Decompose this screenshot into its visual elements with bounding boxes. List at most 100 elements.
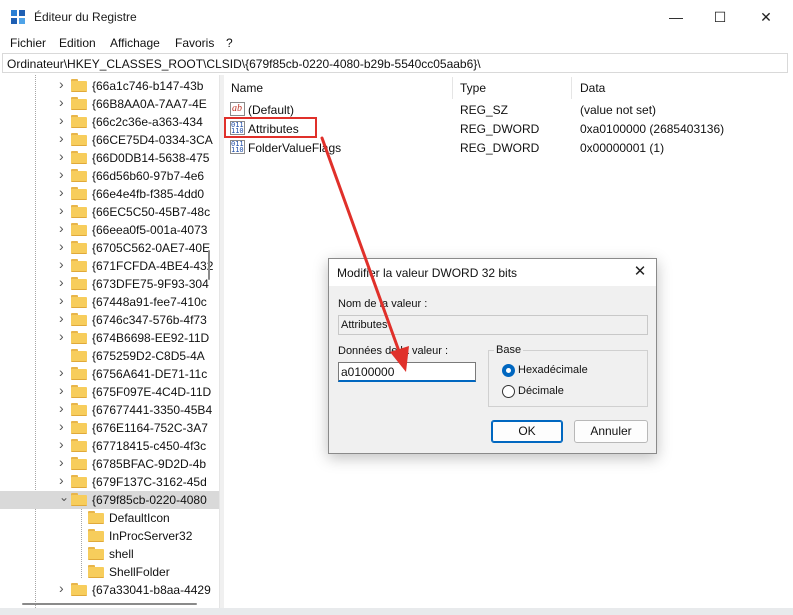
chevron-right-icon[interactable]: › bbox=[59, 275, 69, 289]
value-name: (Default) bbox=[248, 103, 295, 117]
tree-item[interactable]: › {66d56b60-97b7-4e6 bbox=[0, 167, 219, 185]
radio-hexadecimal[interactable] bbox=[502, 364, 515, 377]
tree-item[interactable]: › {6785BFAC-9D2D-4b bbox=[0, 455, 219, 473]
tree-subitem[interactable]: ShellFolder bbox=[0, 563, 219, 581]
folder-icon-body bbox=[71, 261, 87, 272]
chevron-right-icon[interactable]: › bbox=[59, 581, 69, 595]
tree-item[interactable]: › {66eea0f5-001a-4073 bbox=[0, 221, 219, 239]
column-header-data[interactable]: Data bbox=[580, 81, 605, 95]
tree-subitem[interactable]: DefaultIcon bbox=[0, 509, 219, 527]
tree-subitem[interactable]: shell bbox=[0, 545, 219, 563]
tree-item[interactable]: ⌄ {679f85cb-0220-4080 bbox=[0, 491, 219, 509]
tree-vertical-scrollbar[interactable] bbox=[206, 75, 212, 608]
radio-decimal-label[interactable]: Décimale bbox=[518, 385, 564, 397]
tree-item[interactable]: › {679F137C-3162-45d bbox=[0, 473, 219, 491]
tree-subitem[interactable]: InProcServer32 bbox=[0, 527, 219, 545]
value-name: FolderValueFlags bbox=[248, 141, 342, 155]
chevron-right-icon[interactable]: › bbox=[59, 437, 69, 451]
dialog-title: Modifier la valeur DWORD 32 bits bbox=[337, 266, 518, 280]
folder-icon-body bbox=[71, 225, 87, 236]
chevron-right-icon[interactable]: › bbox=[59, 185, 69, 199]
tree-item[interactable]: › {674B6698-EE92-11D bbox=[0, 329, 219, 347]
tree-item[interactable]: › {66EC5C50-45B7-48c bbox=[0, 203, 219, 221]
chevron-right-icon[interactable]: › bbox=[59, 167, 69, 181]
chevron-right-icon[interactable]: › bbox=[59, 383, 69, 397]
column-separator[interactable] bbox=[452, 77, 453, 99]
chevron-right-icon[interactable]: › bbox=[59, 149, 69, 163]
folder-icon bbox=[71, 205, 87, 218]
value-data: 0x00000001 (1) bbox=[580, 141, 665, 155]
tree-item[interactable]: › {66D0DB14-5638-475 bbox=[0, 149, 219, 167]
folder-icon-body bbox=[71, 459, 87, 470]
tree-item[interactable]: › {66CE75D4-0334-3CA bbox=[0, 131, 219, 149]
chevron-right-icon[interactable]: › bbox=[59, 257, 69, 271]
tree-item[interactable]: › {67718415-c450-4f3c bbox=[0, 437, 219, 455]
chevron-right-icon[interactable]: › bbox=[59, 311, 69, 325]
menu-edition[interactable]: Edition bbox=[59, 36, 96, 50]
menu-favoris[interactable]: Favoris bbox=[175, 36, 214, 50]
chevron-right-icon[interactable]: › bbox=[59, 131, 69, 145]
chevron-right-icon[interactable]: › bbox=[59, 419, 69, 433]
radio-decimal[interactable] bbox=[502, 385, 515, 398]
menu-fichier[interactable]: Fichier bbox=[10, 36, 46, 50]
tree-item[interactable]: › {66B8AA0A-7AA7-4E bbox=[0, 95, 219, 113]
chevron-right-icon[interactable]: › bbox=[59, 203, 69, 217]
chevron-right-icon[interactable]: › bbox=[59, 113, 69, 127]
radio-hexadecimal-label[interactable]: Hexadécimale bbox=[518, 364, 588, 376]
tree-item[interactable]: › {6705C562-0AE7-40E bbox=[0, 239, 219, 257]
chevron-right-icon[interactable]: › bbox=[59, 401, 69, 415]
key-tree[interactable]: › {66a1c746-b147-43b › {66B8AA0A-7AA7-4E › {6… bbox=[0, 75, 219, 608]
tree-item[interactable]: › {66a1c746-b147-43b bbox=[0, 77, 219, 95]
tree-item-label: {6746c347-576b-4f73 bbox=[92, 313, 207, 327]
column-header-type[interactable]: Type bbox=[460, 81, 486, 95]
tree-item[interactable]: › {6746c347-576b-4f73 bbox=[0, 311, 219, 329]
tree-item[interactable]: › {6756A641-DE71-11c bbox=[0, 365, 219, 383]
chevron-right-icon[interactable]: › bbox=[59, 329, 69, 343]
tree-item[interactable]: › {66e4e4fb-f385-4dd0 bbox=[0, 185, 219, 203]
tree-item[interactable]: › {676E1164-752C-3A7 bbox=[0, 419, 219, 437]
tree-item-label: {67718415-c450-4f3c bbox=[92, 439, 207, 453]
folder-icon bbox=[71, 97, 87, 110]
chevron-right-icon[interactable]: › bbox=[59, 95, 69, 109]
minimize-button[interactable]: — bbox=[653, 0, 699, 34]
chevron-right-icon[interactable]: › bbox=[59, 293, 69, 307]
chevron-right-icon[interactable]: › bbox=[59, 455, 69, 469]
folder-icon bbox=[71, 169, 87, 182]
folder-icon-body bbox=[71, 369, 87, 380]
address-path: Ordinateur\HKEY_CLASSES_ROOT\CLSID\{679f… bbox=[7, 57, 481, 71]
tree-item[interactable]: › {67448a91-fee7-410c bbox=[0, 293, 219, 311]
ok-button[interactable]: OK bbox=[491, 420, 563, 443]
column-separator[interactable] bbox=[571, 77, 572, 99]
cancel-button[interactable]: Annuler bbox=[574, 420, 648, 443]
chevron-right-icon[interactable]: › bbox=[59, 365, 69, 379]
maximize-button[interactable]: ☐ bbox=[697, 0, 743, 34]
column-header-name[interactable]: Name bbox=[231, 81, 263, 95]
tree-item[interactable]: {675259D2-C8D5-4A bbox=[0, 347, 219, 365]
tree-item[interactable]: › {66c2c36e-a363-434 bbox=[0, 113, 219, 131]
chevron-right-icon[interactable]: › bbox=[59, 473, 69, 487]
tree-item[interactable]: › {67677441-3350-45B4 bbox=[0, 401, 219, 419]
chevron-right-icon[interactable]: › bbox=[59, 239, 69, 253]
folder-icon-body bbox=[71, 279, 87, 290]
folder-icon bbox=[71, 349, 87, 362]
value-data-input[interactable]: a0100000 bbox=[338, 362, 476, 382]
folder-icon-body bbox=[71, 495, 87, 506]
folder-icon bbox=[71, 151, 87, 164]
tree-item[interactable]: › {673DFE75-9F93-304 bbox=[0, 275, 219, 293]
menu-affichage[interactable]: Affichage bbox=[110, 36, 160, 50]
menu-help[interactable]: ? bbox=[226, 36, 233, 50]
value-row[interactable]: 011 110 FolderValueFlags REG_DWORD 0x000… bbox=[224, 138, 793, 157]
tree-item[interactable]: › {671FCFDA-4BE4-432 bbox=[0, 257, 219, 275]
address-bar[interactable]: Ordinateur\HKEY_CLASSES_ROOT\CLSID\{679f… bbox=[2, 53, 788, 73]
tree-horizontal-scrollbar[interactable] bbox=[0, 593, 219, 607]
tree-item-label: {674B6698-EE92-11D bbox=[92, 331, 210, 345]
dialog-close-icon[interactable]: ✕ bbox=[630, 262, 650, 282]
chevron-down-icon[interactable]: ⌄ bbox=[59, 491, 69, 503]
close-button[interactable]: ✕ bbox=[743, 0, 789, 34]
chevron-right-icon[interactable]: › bbox=[59, 77, 69, 91]
tree-scroll-thumb[interactable] bbox=[208, 250, 210, 280]
tree-hscroll-thumb[interactable] bbox=[22, 603, 197, 605]
chevron-right-icon[interactable]: › bbox=[59, 221, 69, 235]
tree-item[interactable]: › {675F097E-4C4D-11D bbox=[0, 383, 219, 401]
folder-icon-body bbox=[71, 135, 87, 146]
